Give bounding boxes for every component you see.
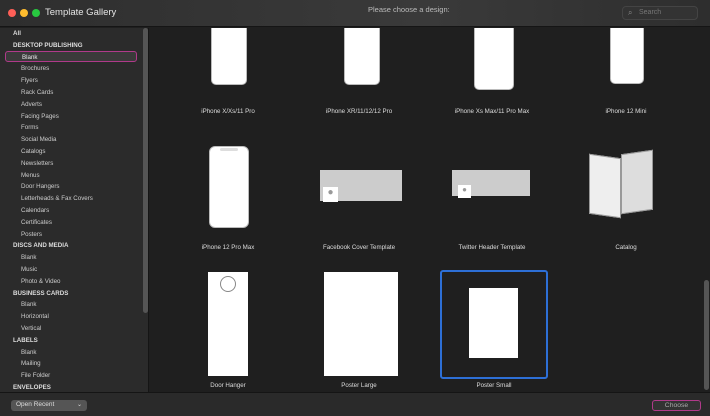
template-label[interactable]: iPhone 12 Pro Max — [163, 244, 293, 251]
sidebar-item[interactable]: Blank — [5, 51, 137, 62]
template-thumb-iphone-x[interactable] — [211, 28, 247, 85]
template-thumb-iphone-12-mini[interactable] — [610, 28, 644, 84]
sidebar-item[interactable]: Letterheads & Fax Covers — [21, 193, 93, 204]
template-thumb-twitter-header[interactable]: ● — [452, 170, 530, 196]
sidebar-item[interactable]: Newsletters — [21, 158, 53, 169]
sidebar-item[interactable]: Rack Cards — [21, 87, 53, 98]
sidebar-item[interactable]: Blank — [21, 347, 36, 358]
template-label[interactable]: iPhone XR/11/12/12 Pro — [294, 108, 424, 115]
sidebar-item[interactable]: Brochures — [21, 63, 49, 74]
template-label[interactable]: iPhone 12 Mini — [561, 108, 691, 115]
profile-icon: ● — [323, 187, 338, 202]
subtitle: Please choose a design: — [368, 5, 450, 14]
sidebar-section-header[interactable]: DESKTOP PUBLISHING — [13, 40, 83, 51]
sidebar-section-header[interactable]: DISCS AND MEDIA — [13, 240, 68, 251]
template-thumb-iphone-12-pro-max[interactable] — [209, 146, 249, 228]
window-title: Template Gallery — [45, 7, 116, 18]
chevron-down-icon: ⌄ — [77, 401, 82, 408]
zoom-button[interactable] — [32, 9, 40, 17]
sidebar-item[interactable]: Forms — [21, 122, 39, 133]
content-scrollbar[interactable] — [704, 280, 709, 390]
close-button[interactable] — [8, 9, 16, 17]
minimize-button[interactable] — [20, 9, 28, 17]
sidebar-section-header[interactable]: LABELS — [13, 335, 38, 346]
open-recent-label: Open Recent — [16, 401, 54, 408]
sidebar-item[interactable]: Catalogs — [21, 146, 45, 157]
template-label[interactable]: Door Hanger — [163, 382, 293, 389]
sidebar-item[interactable]: Posters — [21, 229, 42, 240]
template-label[interactable]: iPhone Xs Max/11 Pro Max — [427, 108, 557, 115]
template-thumb-iphone-xs-max[interactable] — [474, 28, 514, 90]
open-recent-dropdown[interactable]: Open Recent ⌄ — [11, 400, 87, 411]
template-label[interactable]: Facebook Cover Template — [294, 244, 424, 251]
sidebar-item[interactable]: Calendars — [21, 205, 49, 216]
search-input[interactable]: ⌕ Search — [622, 6, 698, 20]
template-label[interactable]: iPhone X/Xs/11 Pro — [163, 108, 293, 115]
choose-button[interactable]: Choose — [652, 400, 701, 411]
sidebar-item[interactable]: Music — [21, 264, 37, 275]
sidebar-item[interactable]: Door Hangers — [21, 181, 60, 192]
sidebar-item[interactable]: Horizontal — [21, 311, 49, 322]
template-thumb-poster-large[interactable] — [324, 272, 398, 376]
template-thumb-catalog[interactable] — [587, 150, 655, 222]
category-sidebar: AllDESKTOP PUBLISHINGBlankBrochuresFlyer… — [0, 28, 149, 392]
template-label[interactable]: Poster Small — [429, 382, 559, 389]
template-grid: iPhone X/Xs/11 Pro iPhone XR/11/12/12 Pr… — [150, 28, 710, 392]
sidebar-item[interactable]: Flyers — [21, 75, 38, 86]
sidebar-section-header[interactable]: All — [13, 28, 21, 39]
sidebar-section-header[interactable]: BUSINESS CARDS — [13, 288, 68, 299]
template-thumb-iphone-xr[interactable] — [344, 28, 380, 85]
search-placeholder: Search — [639, 9, 661, 16]
sidebar-item[interactable]: Menus — [21, 170, 40, 181]
template-label[interactable]: Poster Large — [294, 382, 424, 389]
template-thumb-facebook-cover[interactable]: ● — [320, 170, 402, 201]
sidebar-item[interactable]: Social Media — [21, 134, 56, 145]
title-bar: Template Gallery Please choose a design:… — [0, 0, 710, 27]
sidebar-item[interactable]: Facing Pages — [21, 111, 59, 122]
sidebar-item[interactable]: Vertical — [21, 323, 41, 334]
template-label[interactable]: Catalog — [561, 244, 691, 251]
bottom-bar: Open Recent ⌄ Choose — [0, 392, 710, 416]
sidebar-section-header[interactable]: ENVELOPES — [13, 382, 51, 392]
sidebar-item[interactable]: Certificates — [21, 217, 52, 228]
sidebar-item[interactable]: Adverts — [21, 99, 42, 110]
sidebar-item[interactable]: File Folder — [21, 370, 50, 381]
template-thumb-door-hanger[interactable] — [208, 272, 248, 376]
sidebar-item[interactable]: Blank — [21, 252, 36, 263]
sidebar-scrollbar[interactable] — [143, 28, 148, 313]
profile-icon: ● — [458, 185, 471, 198]
search-icon: ⌕ — [628, 8, 632, 18]
sidebar-item[interactable]: Photo & Video — [21, 276, 60, 287]
selected-template-poster-small[interactable] — [440, 270, 548, 379]
sidebar-item[interactable]: Blank — [21, 299, 36, 310]
template-label[interactable]: Twitter Header Template — [427, 244, 557, 251]
sidebar-item[interactable]: Mailing — [21, 358, 41, 369]
